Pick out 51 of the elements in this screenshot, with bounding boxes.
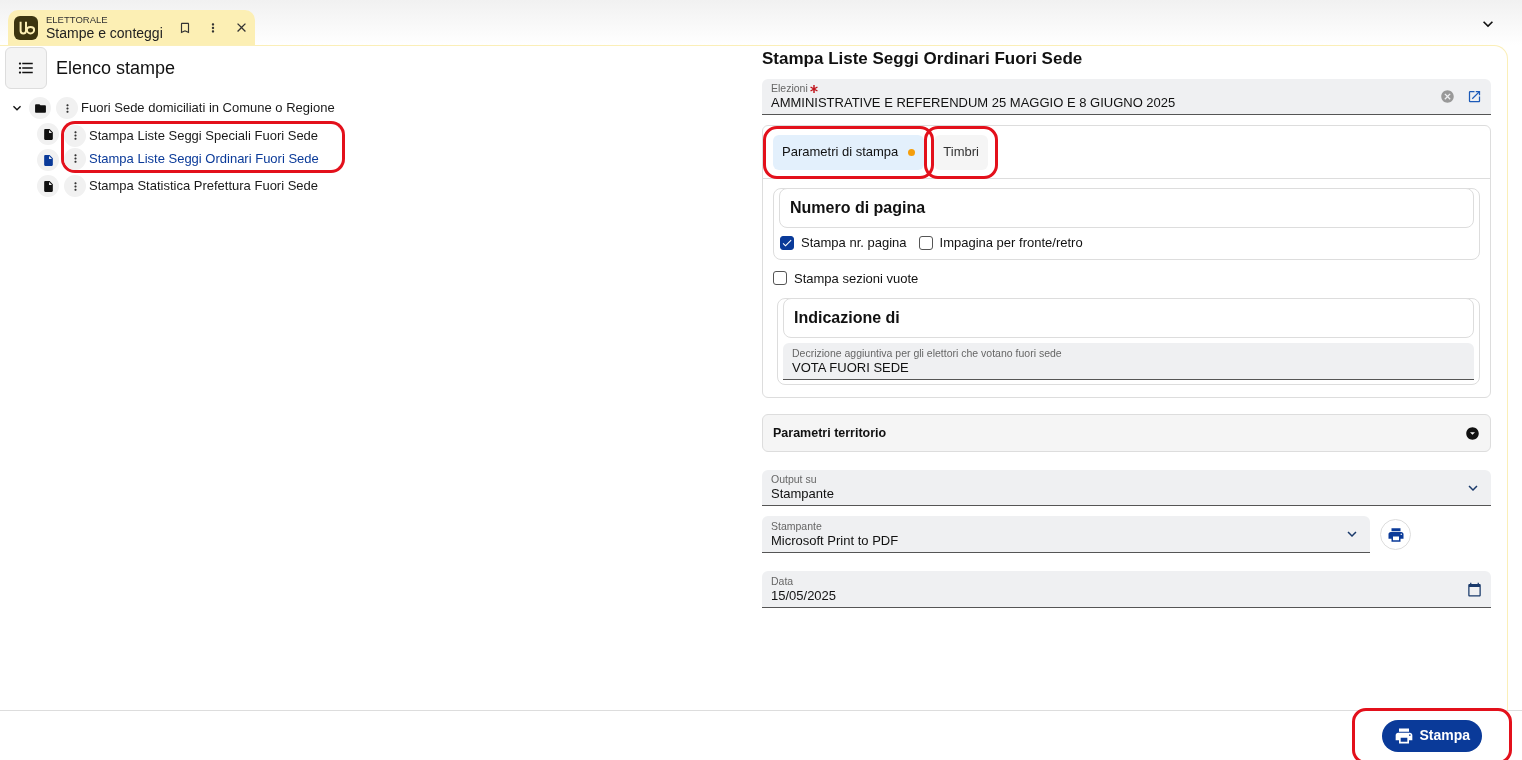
section-title: Indicazione di bbox=[794, 308, 900, 328]
field-value: 15/05/2025 bbox=[771, 587, 838, 604]
menu-button[interactable] bbox=[5, 47, 47, 89]
elections-field[interactable]: Elezioni AMMINISTRATIVE E REFERENDUM 25 MAGGIO E 8 GIUGNO 2025 bbox=[762, 79, 1491, 115]
checkbox[interactable] bbox=[780, 235, 794, 250]
document-icon bbox=[37, 149, 59, 171]
field-label: Decrizione aggiuntiva per gli elettori che votano fuori sede bbox=[792, 346, 1062, 360]
field-label: Stampante bbox=[771, 519, 822, 533]
field-value: VOTA FUORI SEDE bbox=[792, 359, 910, 376]
print-button[interactable]: Stampa bbox=[1382, 719, 1482, 752]
printer-icon bbox=[1386, 525, 1405, 544]
tab[interactable]: Parametri di stampa bbox=[773, 134, 925, 170]
field-value: Stampante bbox=[771, 486, 835, 502]
form-title: Stampa Liste Seggi Ordinari Fuori Sede bbox=[762, 48, 1084, 70]
field-label: Elezioni bbox=[771, 82, 808, 95]
printer-button[interactable] bbox=[1380, 519, 1411, 550]
field-label: Data bbox=[771, 574, 794, 588]
tree-item[interactable]: Stampa Liste Seggi Speciali Fuori Sede bbox=[89, 125, 319, 146]
description-field[interactable]: Decrizione aggiuntiva per gli elettori che votano fuori sede VOTA FUORI SEDE bbox=[783, 343, 1474, 380]
checkbox-label: Stampa sezioni vuote bbox=[794, 269, 919, 288]
document-icon bbox=[37, 123, 59, 145]
tab[interactable]: Timbri bbox=[934, 134, 988, 170]
checkbox[interactable] bbox=[773, 271, 787, 286]
folder-icon bbox=[29, 97, 51, 119]
checkbox[interactable] bbox=[918, 235, 933, 250]
tab-title: Stampe e conteggi bbox=[46, 24, 164, 42]
checkbox-label: Stampa nr. pagina bbox=[801, 234, 907, 252]
territory-panel[interactable]: Parametri territorio bbox=[762, 414, 1491, 452]
panel-title: Elenco stampe bbox=[56, 56, 176, 80]
field-label: Output su bbox=[771, 473, 817, 486]
more-icon[interactable] bbox=[64, 147, 86, 170]
tree-item[interactable]: Fuori Sede domiciliati in Comune o Regione bbox=[81, 98, 335, 118]
section-title: Numero di pagina bbox=[790, 198, 926, 218]
tree-item[interactable]: Stampa Liste Seggi Ordinari Fuori Sede bbox=[89, 148, 319, 169]
logo-icon bbox=[14, 15, 38, 40]
field-value: AMMINISTRATIVE E REFERENDUM 25 MAGGIO E 8 GIUGNO 2025 bbox=[771, 95, 1177, 111]
open-external-icon[interactable] bbox=[1467, 89, 1482, 104]
tree-item[interactable]: Stampa Statistica Prefettura Fuori Sede bbox=[89, 176, 319, 196]
document-icon bbox=[37, 175, 59, 197]
app-tab[interactable]: ELETTORALE Stampe e conteggi bbox=[8, 10, 255, 45]
output-select[interactable]: Output su Stampante bbox=[762, 470, 1491, 506]
module-label: ELETTORALE bbox=[46, 13, 109, 25]
panel-heading: Parametri territorio bbox=[773, 424, 887, 442]
field-value: Microsoft Print to PDF bbox=[771, 532, 900, 549]
bookmark-icon[interactable] bbox=[178, 20, 192, 35]
calendar-icon[interactable] bbox=[1467, 581, 1482, 597]
more-icon[interactable] bbox=[64, 124, 86, 147]
date-field[interactable]: Data 15/05/2025 bbox=[762, 571, 1491, 608]
printer-select[interactable]: Stampante Microsoft Print to PDF bbox=[762, 516, 1370, 553]
expand-icon[interactable] bbox=[1465, 425, 1480, 441]
checkbox-label: Impagina per fronte/retro bbox=[939, 234, 1083, 252]
